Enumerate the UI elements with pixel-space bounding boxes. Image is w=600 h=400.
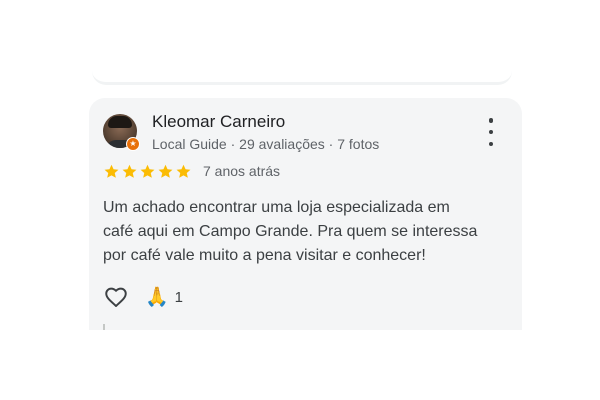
review-page: ★ Kleomar Carneiro Local Guide · 29 aval… (0, 0, 600, 400)
folded-hands-icon: 🙏 (145, 285, 169, 308)
more-options-button[interactable] (481, 118, 501, 146)
rating-row: 7 anos atrás (103, 161, 280, 181)
reaction-count: 1 (174, 288, 184, 306)
review-text-line: Um achado encontrar uma loja especializa… (103, 199, 450, 216)
review-card: ★ Kleomar Carneiro Local Guide · 29 aval… (89, 98, 522, 330)
like-heart-icon[interactable] (103, 284, 129, 310)
author-meta: Local Guide · 29 avaliações · 7 fotos (152, 136, 380, 152)
review-actions: 🙏 1 (103, 284, 183, 310)
previous-review-card-edge (92, 0, 512, 85)
star-icon (122, 164, 137, 178)
star-rating (103, 163, 192, 180)
review-text-line: café aqui em Campo Grande. Pra quem se i… (103, 223, 478, 240)
avatar-hair (108, 116, 132, 128)
star-icon (140, 164, 155, 178)
star-icon (104, 164, 119, 178)
author-avatar[interactable]: ★ (103, 114, 140, 151)
review-time: 7 anos atrás (203, 163, 281, 179)
more-vert-icon-dot (488, 129, 494, 135)
star-icon (158, 164, 173, 178)
scroll-indicator (103, 324, 105, 330)
star-icon (176, 164, 191, 178)
review-text: Um achado encontrar uma loja especializa… (103, 196, 513, 268)
local-guide-badge-icon: ★ (126, 137, 140, 151)
more-vert-icon-dot (488, 141, 494, 146)
review-text-line: por café vale muito a pena visitar e con… (103, 247, 426, 264)
reaction-button[interactable]: 🙏 1 (145, 285, 184, 308)
more-vert-icon (488, 118, 494, 123)
author-name[interactable]: Kleomar Carneiro (152, 112, 285, 132)
